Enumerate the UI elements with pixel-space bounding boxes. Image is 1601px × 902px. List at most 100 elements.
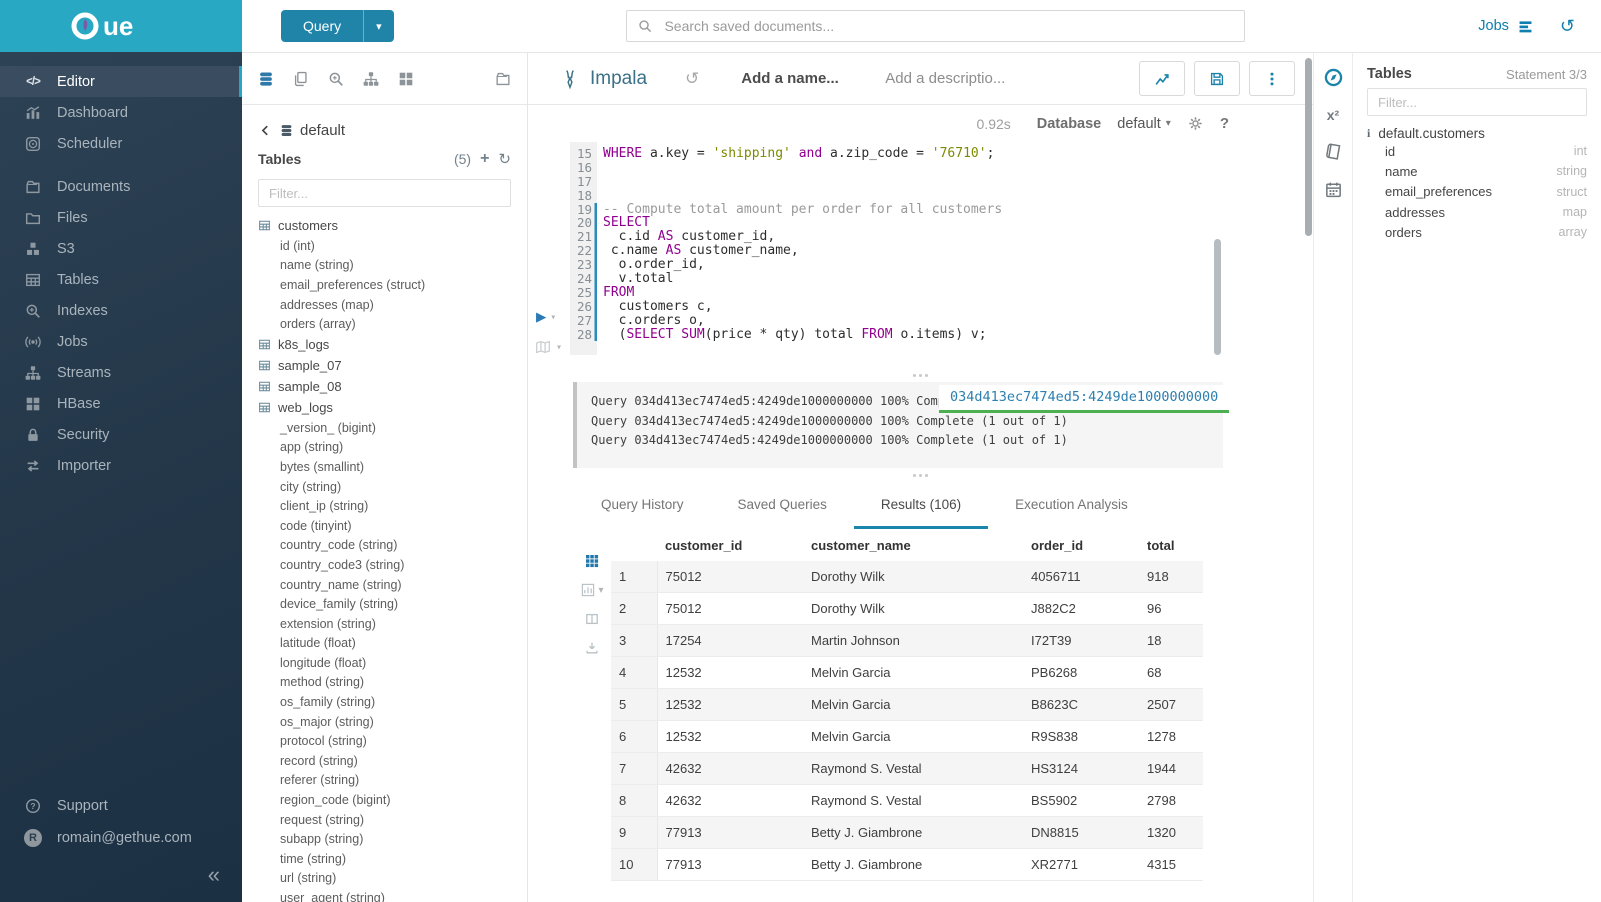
column-item[interactable]: extension (string) [258,614,511,634]
column-item[interactable]: time (string) [258,849,511,869]
code-line[interactable]: 26 customers c, [570,300,1213,314]
sidebar-item-s3[interactable]: S3 [0,233,242,264]
column-item[interactable]: code (tinyint) [258,516,511,536]
column-item[interactable]: id (int) [258,236,511,256]
resize-grip-top[interactable] [528,368,1313,382]
column-item[interactable]: latitude (float) [258,634,511,654]
table-item-sample_08[interactable]: sample_08 [258,376,511,397]
code-line[interactable]: 20SELECT [570,216,1213,230]
table-item-customers[interactable]: customers [258,215,511,236]
sidebar-item-jobs[interactable]: Jobs [0,326,242,357]
column-item[interactable]: referer (string) [258,771,511,791]
query-description-input[interactable] [883,69,1037,88]
refresh-icon[interactable]: ↻ [498,150,511,168]
right-column-item[interactable]: namestring [1367,161,1587,181]
column-item[interactable]: country_code (string) [258,536,511,556]
table-row[interactable]: 742632Raymond S. VestalHS31241944 [611,753,1203,785]
table-row[interactable]: 317254Martin JohnsonI72T3918 [611,625,1203,657]
right-column-item[interactable]: addressesmap [1367,202,1587,222]
query-history-icon[interactable]: ↺ [685,69,699,89]
database-breadcrumb[interactable]: default [258,117,511,143]
table-row[interactable]: 842632Raymond S. VestalBS59022798 [611,785,1203,817]
right-column-item[interactable]: idint [1367,141,1587,161]
sidebar-item-importer[interactable]: Importer [0,450,242,481]
code-line[interactable]: 18 [570,189,1213,203]
code-line[interactable]: 19-- Compute total amount per order for … [570,203,1213,217]
left-filter-input[interactable] [267,185,502,202]
query-name-input[interactable] [739,69,861,88]
download-icon[interactable] [584,640,600,656]
main-scrollbar[interactable] [1305,58,1312,236]
settings-gear-icon[interactable] [1187,115,1204,132]
code-lines[interactable]: 15WHERE a.key = 'shipping' and a.zip_cod… [570,147,1213,341]
table-row[interactable]: 977913Betty J. GiambroneDN88151320 [611,817,1203,849]
sidebar-item-tables[interactable]: Tables [0,264,242,295]
code-text[interactable] [597,175,603,189]
column-item[interactable]: url (string) [258,869,511,889]
table-row[interactable]: 612532Melvin GarciaR9S8381278 [611,721,1203,753]
active-table[interactable]: i default.customers [1367,126,1587,141]
right-filter[interactable] [1367,88,1587,116]
execute-play-icon[interactable]: ▶ [536,309,546,326]
execute-options-caret-icon[interactable]: ▾ [550,312,556,323]
table-item-sample_07[interactable]: sample_07 [258,355,511,376]
results-column-header[interactable]: customer_name [803,529,1023,561]
column-item[interactable]: subapp (string) [258,829,511,849]
column-item[interactable]: country_name (string) [258,575,511,595]
column-item[interactable]: bytes (smallint) [258,457,511,477]
tab-saved-queries[interactable]: Saved Queries [711,482,854,529]
sidebar-item-indexes[interactable]: Indexes [0,295,242,326]
global-search[interactable] [626,10,1245,42]
functions-icon[interactable]: x² [1327,107,1339,123]
sidebar-item-streams[interactable]: Streams [0,357,242,388]
scratchpad-caret-icon[interactable]: ▾ [556,342,562,353]
code-text[interactable] [597,189,603,203]
column-item[interactable]: record (string) [258,751,511,771]
column-item[interactable]: user_agent (string) [258,888,511,902]
apps-grid-icon[interactable] [397,70,415,88]
column-item[interactable]: method (string) [258,673,511,693]
table-row[interactable]: 275012Dorothy WilkJ882C296 [611,593,1203,625]
code-text[interactable]: o.order_id, [597,258,705,272]
code-text[interactable]: customers c, [597,300,713,314]
basket-icon[interactable] [494,70,512,88]
documents-pages-icon[interactable] [292,70,310,88]
table-row[interactable]: 412532Melvin GarciaPB626868 [611,657,1203,689]
database-selector[interactable]: default ▾ [1117,116,1171,132]
code-text[interactable]: FROM [597,286,634,300]
tab-results-106-[interactable]: Results (106) [854,482,988,529]
code-line[interactable]: 28 (SELECT SUM(price * qty) total FROM o… [570,328,1213,342]
table-row[interactable]: 175012Dorothy Wilk4056711918 [611,561,1203,593]
hue-logo[interactable]: ue [0,0,242,52]
column-item[interactable]: os_family (string) [258,692,511,712]
sidebar-item-files[interactable]: Files [0,202,242,233]
column-item[interactable]: orders (array) [258,314,511,334]
back-chevron-icon[interactable] [258,123,273,138]
column-item[interactable]: city (string) [258,477,511,497]
results-column-header[interactable]: customer_id [657,529,803,561]
column-item[interactable]: email_preferences (struct) [258,275,511,295]
code-text[interactable]: c.id AS customer_id, [597,230,775,244]
schedule-calendar-icon[interactable] [1324,180,1343,199]
history-icon[interactable]: ↺ [1560,17,1575,35]
left-filter[interactable] [258,179,511,207]
right-column-item[interactable]: ordersarray [1367,222,1587,242]
assist-compass-icon[interactable] [1323,67,1344,88]
results-column-header[interactable]: order_id [1023,529,1139,561]
engine-selector[interactable]: Impala [559,68,647,90]
sidebar-footer-support[interactable]: ?Support [0,790,242,822]
sidebar-collapse-button[interactable]: « [0,854,242,896]
code-text[interactable]: c.orders o, [597,314,705,328]
code-line[interactable]: 25FROM [570,286,1213,300]
language-reference-book-icon[interactable] [1324,142,1343,161]
code-line[interactable]: 27 c.orders o, [570,314,1213,328]
jobs-link[interactable]: Jobs [1478,18,1534,35]
search-zoom-icon[interactable] [327,70,345,88]
right-filter-input[interactable] [1376,94,1578,111]
column-item[interactable]: device_family (string) [258,594,511,614]
chart-button[interactable] [1139,61,1185,96]
info-icon[interactable]: i [1367,126,1370,141]
columns-view-icon[interactable] [584,611,600,627]
sidebar-item-documents[interactable]: Documents [0,171,242,202]
resize-grip-bottom[interactable] [528,468,1313,482]
